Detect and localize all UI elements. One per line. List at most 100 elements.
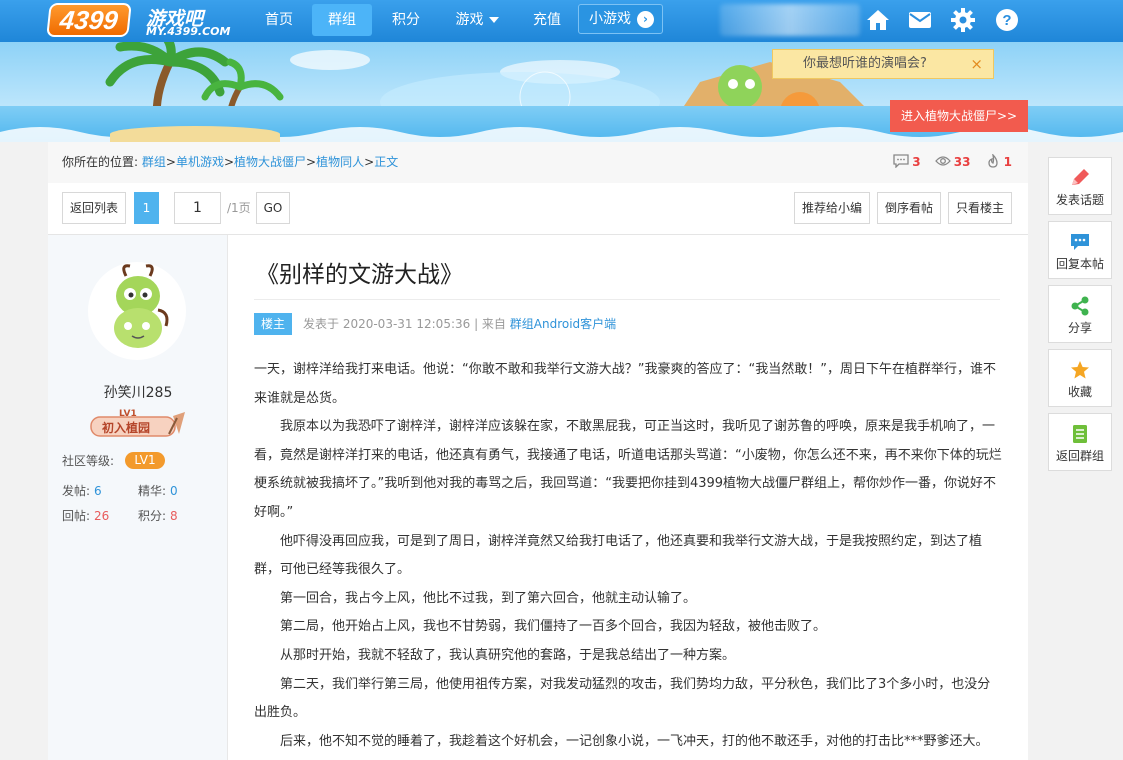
poll-bubble[interactable]: 你最想听谁的演唱会? × — [772, 49, 994, 79]
stat-replies: 回帖: 26 — [62, 507, 109, 525]
post-title: 《别样的文游大战》 — [256, 262, 463, 288]
stat-posts: 发帖: 6 — [62, 482, 102, 500]
enter-group-button[interactable]: 进入植物大战僵尸>> — [890, 100, 1028, 132]
chat-icon — [1071, 234, 1089, 250]
favorite-button[interactable]: 收藏 — [1048, 349, 1112, 407]
user-info-blurred[interactable] — [720, 4, 860, 36]
banner: 你最想听谁的演唱会? × 进入植物大战僵尸>> — [0, 42, 1123, 142]
recommend-button[interactable]: 推荐给小编 — [794, 192, 870, 224]
comment-count-value: 3 — [912, 155, 921, 169]
main-container: 你所在的位置: 群组>单机游戏>植物大战僵尸>植物同人>正文 3 33 1 返回… — [48, 142, 1028, 760]
pencil-icon — [1072, 169, 1089, 185]
stat-digest-label: 精华: — [138, 484, 167, 498]
title-divider — [254, 299, 1000, 300]
author-sidebar: 孙笑川285 LV1 初入植园 社区等级: LV1 发帖: 6 精华: 0 回帖: 2… — [48, 235, 228, 760]
level-badge: LV1 — [125, 452, 165, 469]
mail-icon[interactable] — [907, 7, 933, 33]
svg-text:?: ? — [1002, 12, 1011, 29]
post-paragraph: 第二天，我们举行第三局，他使用祖传方案，对我发动猛烈的攻击，我们势均力敌，平分秋… — [254, 676, 991, 721]
stat-digest-value[interactable]: 0 — [170, 484, 178, 498]
reply-button[interactable]: 回复本帖 — [1048, 221, 1112, 279]
chevron-down-icon — [488, 17, 499, 23]
medal-badge: LV1 初入植园 — [89, 409, 187, 438]
post-topic-label: 发表话题 — [1055, 193, 1104, 207]
post-topic-button[interactable]: 发表话题 — [1048, 157, 1112, 215]
home-icon[interactable] — [865, 7, 891, 33]
like-count: 1 — [985, 154, 1012, 169]
mini-games-label: 小游戏 — [589, 11, 631, 27]
nav-groups[interactable]: 群组 — [312, 4, 372, 36]
breadcrumb-fanfic[interactable]: 植物同人 — [316, 155, 364, 169]
back-to-group-button[interactable]: 返回群组 — [1048, 413, 1112, 471]
post-paragraph: 第一回合，我占今上风，他比不过我，到了第六回合，他就主动认输了。 — [280, 590, 697, 606]
nav-games-label: 游戏 — [455, 12, 484, 28]
post-source-link[interactable]: 群组Android客户端 — [510, 317, 616, 331]
site-logo[interactable]: 4399 游戏吧 MY.4399.COM — [46, 3, 238, 39]
stat-points-label: 积分: — [138, 509, 167, 523]
stat-points-value: 8 — [170, 509, 178, 523]
nav-recharge[interactable]: 充值 — [530, 4, 564, 36]
nav-games[interactable]: 游戏 — [452, 4, 502, 36]
post-paragraph: 后来，他不知不觉的睡着了，我趁着这个好机会，一记创象小说，一飞冲天，打的他不敢还… — [280, 733, 989, 749]
eye-icon — [934, 156, 951, 166]
post-stats: 3 33 1 — [883, 142, 1012, 183]
back-to-group-label: 返回群组 — [1055, 449, 1104, 463]
flame-icon — [987, 154, 998, 168]
logo-url: MY.4399.COM — [146, 25, 231, 38]
avatar[interactable] — [88, 262, 186, 360]
back-to-list-button[interactable]: 返回列表 — [62, 192, 126, 224]
share-button[interactable]: 分享 — [1048, 285, 1112, 343]
stat-replies-value: 26 — [94, 509, 110, 523]
nav-points[interactable]: 积分 — [389, 4, 423, 36]
help-icon[interactable]: ? — [994, 7, 1020, 33]
medal-title: 初入植园 — [102, 421, 151, 435]
page-input[interactable]: 1 — [174, 192, 221, 224]
comment-icon — [893, 154, 909, 168]
breadcrumb-groups[interactable]: 群组 — [142, 155, 166, 169]
gear-icon[interactable] — [950, 7, 976, 33]
avatar-image — [108, 264, 169, 355]
poll-text: 你最想听谁的演唱会? — [803, 56, 927, 71]
post-meta: 发表于 2020-03-31 12:05:36 | 来自 群组Android客户… — [303, 313, 616, 335]
breadcrumb-sep: > — [306, 155, 317, 169]
breadcrumb-single-games[interactable]: 单机游戏 — [176, 155, 224, 169]
stat-replies-label: 回帖: — [62, 509, 91, 523]
reverse-order-button[interactable]: 倒序看帖 — [877, 192, 941, 224]
stat-points: 积分: 8 — [138, 507, 178, 525]
go-button[interactable]: GO — [256, 192, 290, 224]
level-label: 社区等级: — [62, 454, 115, 468]
op-badge: 楼主 — [254, 313, 292, 335]
stat-posts-value[interactable]: 6 — [94, 484, 102, 498]
view-count-value: 33 — [953, 155, 971, 169]
post-paragraph: 我原本以为我恐吓了谢梓洋，谢梓洋应该躲在家，不敢黑屁我，可正当这时，我听见了谢苏… — [254, 419, 1002, 520]
stat-digest: 精华: 0 — [138, 482, 178, 500]
star-icon — [1071, 361, 1089, 379]
medal-level: LV1 — [119, 409, 137, 419]
post-meta-text: 发表于 2020-03-31 12:05:36 | 来自 — [303, 317, 506, 331]
stat-posts-label: 发帖: — [62, 484, 91, 498]
mini-games-button[interactable]: 小游戏 › — [578, 4, 663, 34]
breadcrumb-sep: > — [165, 155, 176, 169]
banner-sand — [110, 126, 280, 142]
share-label: 分享 — [1067, 321, 1092, 335]
top-nav: 4399 游戏吧 MY.4399.COM 首页 群组 积分 游戏 充值 小游戏 ›… — [0, 0, 1123, 42]
breadcrumb-pvz[interactable]: 植物大战僵尸 — [234, 155, 306, 169]
breadcrumb-sep: > — [364, 155, 375, 169]
post-paragraph: 一天，谢梓洋给我打来电话。他说：“你敢不敢和我举行文游大战？”我豪爽的答应了：“… — [254, 362, 996, 406]
comment-count: 3 — [893, 154, 921, 169]
nav-home[interactable]: 首页 — [262, 4, 296, 36]
author-name[interactable]: 孙笑川285 — [48, 382, 228, 402]
only-op-button[interactable]: 只看楼主 — [948, 192, 1012, 224]
list-icon — [1073, 425, 1087, 443]
breadcrumb-prefix: 你所在的位置: — [62, 155, 139, 169]
breadcrumb: 你所在的位置: 群组>单机游戏>植物大战僵尸>植物同人>正文 3 33 1 — [48, 142, 1028, 183]
logo-number: 4399 — [46, 3, 132, 37]
favorite-label: 收藏 — [1067, 385, 1092, 399]
breadcrumb-current[interactable]: 正文 — [374, 155, 398, 169]
share-icon — [1071, 296, 1089, 316]
chevron-right-icon: › — [637, 11, 654, 28]
close-icon[interactable]: × — [970, 50, 983, 78]
current-page[interactable]: 1 — [134, 192, 159, 224]
post-paragraph: 他吓得没再回应我，可是到了周日，谢梓洋竟然又给我打电话了，他还真要和我举行文游大… — [254, 533, 983, 578]
post-paragraph: 从那时开始，我就不轻敌了，我认真研究他的套路，于是我总结出了一种方案。 — [280, 647, 736, 663]
